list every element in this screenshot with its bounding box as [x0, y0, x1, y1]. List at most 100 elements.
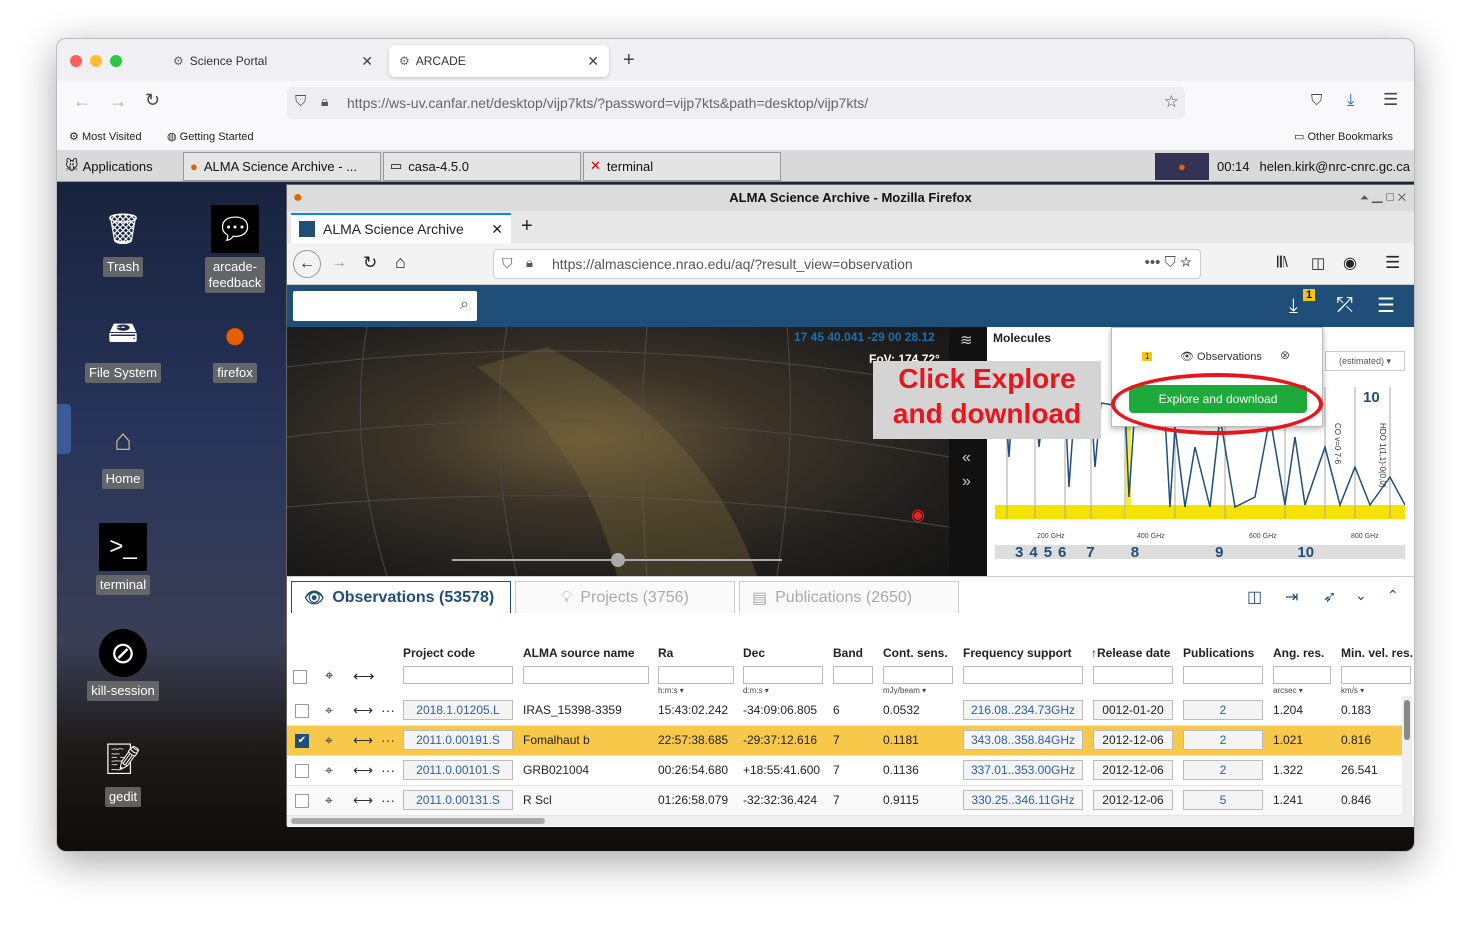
- back-arrow-icon[interactable]: ←: [73, 91, 91, 112]
- tab-science-portal[interactable]: ⚙ Science Portal ✕: [163, 45, 383, 77]
- filter-band[interactable]: [833, 666, 873, 684]
- filter-ang-res[interactable]: [1273, 666, 1331, 684]
- more-icon[interactable]: ···: [381, 792, 395, 808]
- resize-arrows-icon[interactable]: ⟷: [353, 762, 373, 779]
- layers-icon[interactable]: ≋: [960, 331, 973, 349]
- cell-freq[interactable]: 337.01..353.00GHz: [963, 760, 1083, 780]
- crosshair-icon[interactable]: ⌖: [325, 702, 333, 719]
- cell-release[interactable]: 0012-01-20: [1093, 700, 1173, 720]
- table-row[interactable]: ✔ ⌖ ⟷ ··· 2011.0.00191.S Fomalhaut b 22:57:38.…: [287, 726, 1402, 756]
- unit-dec[interactable]: d:m:s ▾: [743, 686, 769, 695]
- row-checkbox[interactable]: [295, 794, 309, 808]
- reload-icon[interactable]: ↻: [363, 253, 377, 273]
- desktop-icon-filesystem[interactable]: 🖴︎ File System: [68, 311, 178, 383]
- firefox-tray-icon[interactable]: ●: [1154, 152, 1209, 180]
- cell-pubs[interactable]: 5: [1183, 790, 1263, 810]
- page-actions-icon[interactable]: ••• ⛉ ☆: [1145, 254, 1192, 271]
- crosshair-icon[interactable]: ⌖: [325, 792, 333, 809]
- cell-freq[interactable]: 216.08..234.73GHz: [963, 700, 1083, 720]
- task-casa[interactable]: ▭ casa-4.5.0: [383, 151, 581, 181]
- expand-up-icon[interactable]: ⌃: [1387, 587, 1399, 604]
- library-icon[interactable]: 𝄃𝄃\: [1277, 254, 1288, 271]
- unit-ra[interactable]: h:m:s ▾: [658, 686, 684, 695]
- home-icon[interactable]: ⌂: [395, 252, 406, 273]
- tab-observations[interactable]: 👁︎ Observations (53578): [291, 581, 511, 613]
- resize-arrows-icon[interactable]: ⟷: [353, 792, 373, 809]
- desktop-icon-arcade-feedback[interactable]: 💬︎ arcade- feedback: [180, 205, 290, 293]
- estimated-select[interactable]: (estimated) ▾: [1325, 351, 1405, 371]
- filter-project-code[interactable]: [403, 666, 513, 684]
- close-tab-icon[interactable]: ✕: [361, 53, 373, 70]
- desktop-icon-firefox[interactable]: ● firefox: [180, 311, 290, 383]
- unit-sens[interactable]: mJy/beam ▾: [883, 686, 926, 695]
- unit-vel[interactable]: km/s ▾: [1341, 686, 1364, 695]
- tab-alma-archive[interactable]: ALMA Science Archive ✕: [291, 213, 511, 243]
- col-cont-sens[interactable]: Cont. sens.: [883, 646, 948, 660]
- applications-menu[interactable]: 🐭︎ Applications: [59, 152, 181, 181]
- sky-viewer[interactable]: 17 45 40.041 -29 00 28.12 FoV: 174.72° ◉: [287, 327, 949, 576]
- filter-ra[interactable]: [658, 666, 734, 684]
- menu-icon[interactable]: ☰: [1385, 253, 1400, 273]
- desktop-icon-terminal[interactable]: >_ terminal: [68, 523, 178, 595]
- col-dec[interactable]: Dec: [743, 646, 765, 660]
- new-tab-button[interactable]: +: [521, 215, 533, 238]
- cell-pubs[interactable]: 2: [1183, 760, 1263, 780]
- col-freq-support[interactable]: Frequency support: [963, 646, 1072, 660]
- vertical-scrollbar[interactable]: [1402, 696, 1412, 816]
- columns-icon[interactable]: ◫: [1247, 587, 1262, 607]
- cell-project[interactable]: 2011.0.00131.S: [403, 790, 513, 810]
- hamburger-menu-icon[interactable]: ☰: [1377, 293, 1395, 318]
- filter-source-name[interactable]: [523, 666, 649, 684]
- row-checkbox[interactable]: [295, 704, 309, 718]
- more-icon[interactable]: ···: [381, 762, 395, 778]
- desktop-icon-gedit[interactable]: 📝︎ gedit: [68, 735, 178, 807]
- bookmark-most-visited[interactable]: ⚙ Most Visited: [69, 130, 142, 143]
- close-window-button[interactable]: [70, 55, 82, 67]
- cell-pubs[interactable]: 2: [1183, 730, 1263, 750]
- download-icon[interactable]: ⤓: [1347, 90, 1355, 110]
- outer-url-bar[interactable]: ⛉ 🔒︎ https://ws-uv.canfar.net/desktop/vi…: [287, 87, 1185, 119]
- col-source-name[interactable]: ALMA source name: [523, 646, 635, 660]
- filter-cont-sens[interactable]: [883, 666, 953, 684]
- col-publications[interactable]: Publications: [1183, 646, 1254, 660]
- bookmark-star-icon[interactable]: ☆: [1164, 92, 1179, 112]
- desktop-icon-trash[interactable]: 🗑︎ Trash: [68, 205, 178, 277]
- account-icon[interactable]: ◉: [1343, 253, 1357, 273]
- col-min-vel-res[interactable]: Min. vel. res.: [1341, 646, 1413, 660]
- back-arrow-icon[interactable]: ←: [293, 250, 321, 278]
- unit-ang[interactable]: arcsec ▾: [1273, 686, 1303, 695]
- col-project-code[interactable]: Project code: [403, 646, 475, 660]
- other-bookmarks[interactable]: ▭ Other Bookmarks: [1294, 130, 1393, 143]
- resize-arrows-icon[interactable]: ⟷: [353, 667, 375, 685]
- desktop-icon-home[interactable]: ⌂ Home: [68, 417, 178, 489]
- menu-icon[interactable]: ☰: [1383, 90, 1398, 110]
- task-terminal[interactable]: ✕ terminal: [583, 151, 781, 181]
- zoom-window-button[interactable]: [110, 55, 122, 67]
- col-ang-res[interactable]: Ang. res.: [1273, 646, 1324, 660]
- filter-freq-support[interactable]: [963, 666, 1083, 684]
- pocket-icon[interactable]: ⛉: [1311, 92, 1322, 109]
- tab-projects[interactable]: 💡︎ Projects (3756): [515, 581, 735, 613]
- inner-url-bar[interactable]: ⛉ 🔒︎ https://almascience.nrao.edu/aq/?re…: [493, 249, 1201, 279]
- collapse-left-icon[interactable]: «: [962, 449, 971, 467]
- cart-download-icon[interactable]: ⤓: [1289, 295, 1298, 318]
- crosshair-icon[interactable]: ⌖: [325, 762, 333, 779]
- expand-right-icon[interactable]: »: [962, 473, 971, 491]
- row-checkbox[interactable]: [295, 764, 309, 778]
- minimize-window-button[interactable]: [90, 55, 102, 67]
- window-controls[interactable]: ⏶ ▁ ▢ ✕: [1360, 185, 1406, 211]
- reload-icon[interactable]: ↻: [145, 90, 160, 111]
- col-ra[interactable]: Ra: [658, 646, 673, 660]
- filter-publications[interactable]: [1183, 666, 1263, 684]
- col-release-date[interactable]: ↑Release date: [1091, 646, 1170, 660]
- filter-release-date[interactable]: [1093, 666, 1173, 684]
- bookmark-getting-started[interactable]: ◍ Getting Started: [167, 130, 254, 143]
- resize-arrows-icon[interactable]: ⟷: [353, 732, 373, 749]
- cell-freq[interactable]: 330.25..346.11GHz: [963, 790, 1083, 810]
- share-icon[interactable]: ⤱: [1337, 294, 1353, 317]
- cell-pubs[interactable]: 2: [1183, 700, 1263, 720]
- task-alma[interactable]: ● ALMA Science Archive - ...: [183, 151, 381, 181]
- remove-icon[interactable]: ⊗: [1280, 348, 1290, 362]
- filter-min-vel-res[interactable]: [1341, 666, 1411, 684]
- cell-project[interactable]: 2011.0.00191.S: [403, 730, 513, 750]
